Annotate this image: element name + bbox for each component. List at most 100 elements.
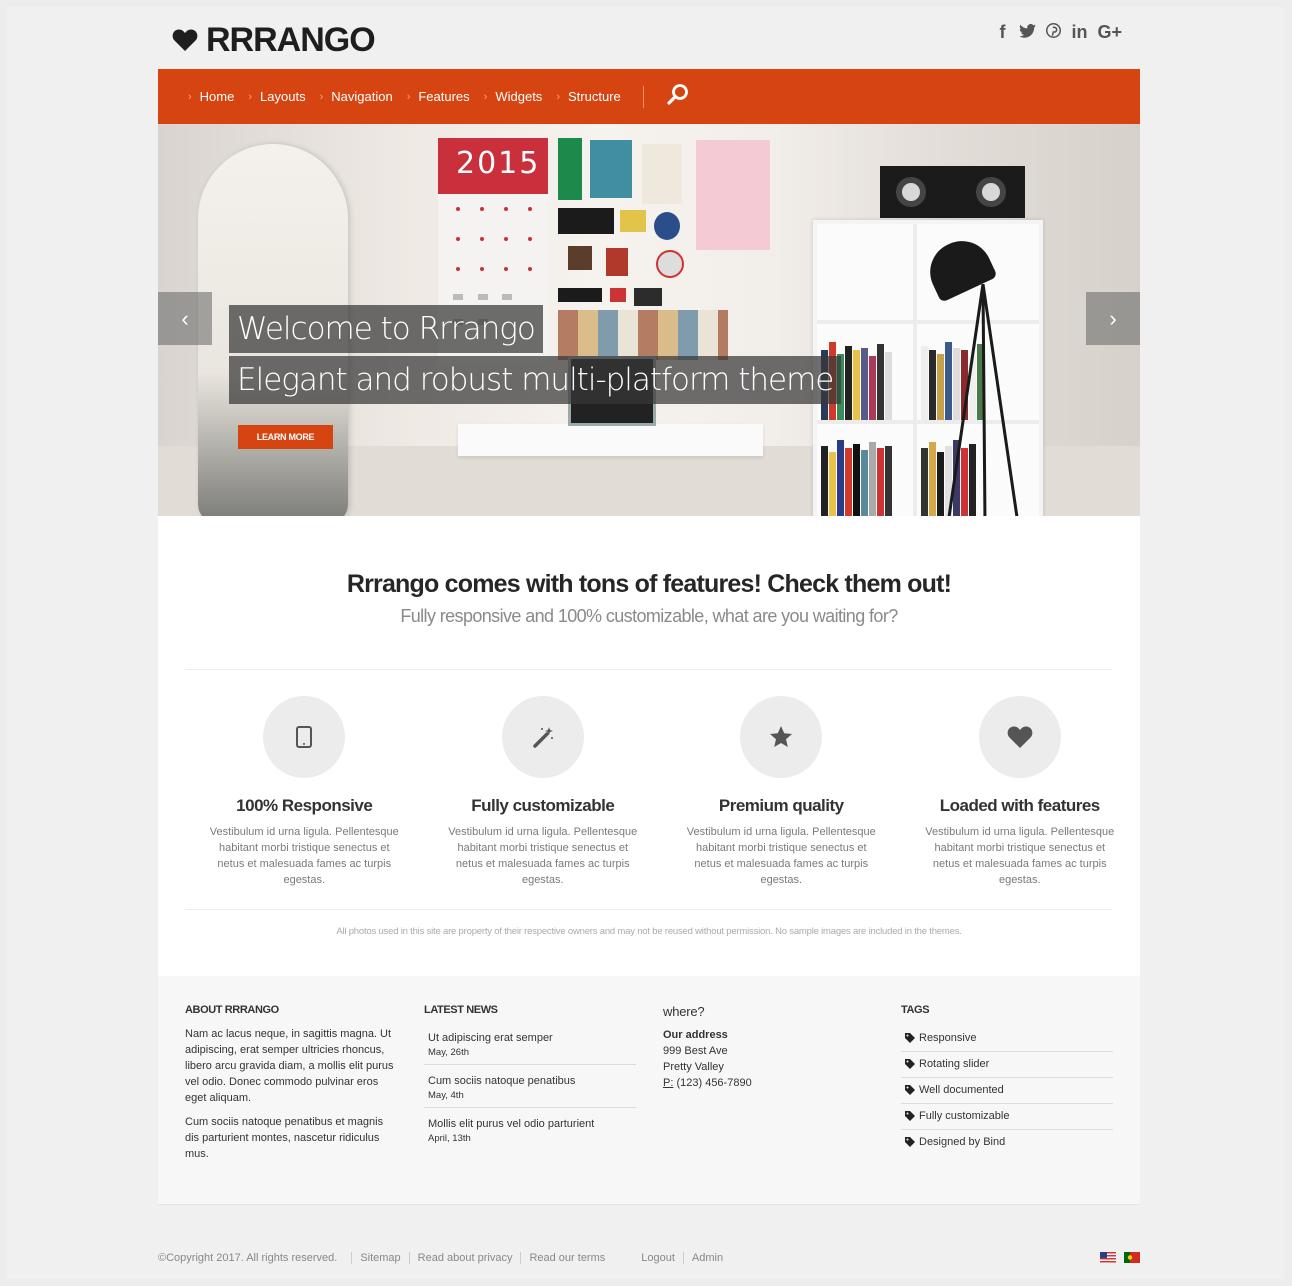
footer-about-text: Nam ac lacus neque, in sagittis magna. U… <box>185 1028 394 1104</box>
nav-item-features[interactable]: › Features <box>407 89 470 104</box>
feature-text: Vestibulum id urna ligula. Pellentesque … <box>448 826 638 886</box>
chevron-right-icon: › <box>1109 305 1117 331</box>
linkedin-icon[interactable]: in <box>1071 22 1087 43</box>
tag-responsive[interactable]: Responsive <box>901 1026 1113 1052</box>
site-name: RRRANGO <box>206 20 376 59</box>
feature-icon-circle <box>740 696 823 778</box>
chevron-left-icon: ‹ <box>181 305 189 331</box>
slide-tripod <box>947 284 1019 516</box>
slide-caption-title: Welcome to Rrrango <box>229 305 543 353</box>
tag-designed-by-bind[interactable]: Designed by Bind <box>901 1130 1113 1155</box>
footer-where-title: where? <box>663 1004 705 1019</box>
slide-desk <box>458 424 763 456</box>
tag-icon <box>905 1085 915 1095</box>
twitter-icon[interactable] <box>1019 22 1037 43</box>
chevron-right-icon: › <box>406 90 411 103</box>
tag-icon <box>905 1033 915 1043</box>
copyright-text: ©Copyright 2017. All rights reserved. <box>158 1252 338 1264</box>
chevron-right-icon: › <box>319 90 324 103</box>
feature-customizable: Fully customizable Vestibulum id urna li… <box>424 696 663 888</box>
address-phone: P: (123) 456-7890 <box>663 1077 752 1089</box>
features-grid: 100% Responsive Vestibulum id urna ligul… <box>185 696 1139 888</box>
feature-responsive: 100% Responsive Vestibulum id urna ligul… <box>185 696 424 888</box>
footer-widgets: ABOUT RRRANGO Nam ac lacus neque, in sag… <box>158 976 1140 1205</box>
chevron-right-icon: › <box>188 90 192 103</box>
facebook-icon[interactable]: f <box>995 22 1009 43</box>
star-icon <box>770 726 793 747</box>
nav-divider <box>642 85 644 108</box>
address-street: 999 Best Ave <box>663 1045 728 1057</box>
us-flag-icon[interactable] <box>1100 1252 1116 1263</box>
nav-item-home[interactable]: › Home <box>188 89 234 104</box>
address-city: Pretty Valley <box>663 1061 724 1073</box>
footer-about: ABOUT RRRANGO Nam ac lacus neque, in sag… <box>185 1004 400 1170</box>
nav-item-layouts[interactable]: › Layouts <box>248 89 305 104</box>
chevron-right-icon: › <box>483 90 488 103</box>
logout-link[interactable]: Logout <box>633 1252 683 1264</box>
feature-title: Fully customizable <box>471 796 615 815</box>
tag-icon <box>905 1111 915 1121</box>
photos-disclaimer: All photos used in this site are propert… <box>336 926 962 937</box>
tag-icon <box>905 1059 915 1069</box>
slider-prev-button[interactable]: ‹ <box>158 292 212 345</box>
feature-premium: Premium quality Vestibulum id urna ligul… <box>662 696 901 888</box>
site-logo[interactable]: RRRANGO <box>172 20 376 60</box>
address-label: Our address <box>663 1029 728 1041</box>
tag-icon <box>905 1137 915 1147</box>
footer-tags: TAGS Responsive Rotating slider Well doc… <box>901 1004 1113 1155</box>
google-plus-icon[interactable]: G+ <box>1097 22 1122 43</box>
slide-poster-year: 2015 <box>456 146 541 181</box>
sitemap-link[interactable]: Sitemap <box>351 1252 408 1264</box>
tag-fully-customizable[interactable]: Fully customizable <box>901 1104 1113 1130</box>
pinterest-icon[interactable] <box>1046 22 1062 43</box>
news-item[interactable]: Ut adipiscing erat semper May, 26th <box>424 1026 636 1065</box>
footer-where: where? Our address 999 Best Ave Pretty V… <box>663 1004 863 1091</box>
slide-speaker <box>880 166 1025 218</box>
bottom-bar: ©Copyright 2017. All rights reserved. Si… <box>158 1250 1140 1266</box>
features-subtitle: Fully responsive and 100% customizable, … <box>400 606 898 626</box>
heart-icon <box>1007 726 1033 748</box>
feature-title: Loaded with features <box>939 796 1101 815</box>
search-icon[interactable] <box>666 82 690 111</box>
language-switcher <box>1100 1252 1140 1263</box>
section-divider <box>185 909 1112 910</box>
main-navigation: › Home › Layouts › Navigation › Features › Wi… <box>158 69 1140 124</box>
tag-rotating-slider[interactable]: Rotating slider <box>901 1052 1113 1078</box>
feature-title: 100% Responsive <box>236 796 373 815</box>
feature-icon-circle <box>978 696 1061 778</box>
nav-item-navigation[interactable]: › Navigation <box>320 89 393 104</box>
feature-text: Vestibulum id urna ligula. Pellentesque … <box>686 826 876 886</box>
magic-wand-icon <box>533 727 553 748</box>
slide-pink-poster <box>696 140 770 250</box>
news-item[interactable]: Mollis elit purus vel odio parturient Ap… <box>424 1112 636 1150</box>
footer-news-title: LATEST NEWS <box>424 1004 498 1016</box>
footer-news: LATEST NEWS Ut adipiscing erat semper Ma… <box>424 1004 636 1154</box>
nav-item-widgets[interactable]: › Widgets <box>484 89 543 104</box>
learn-more-button[interactable]: LEARN MORE <box>238 425 333 449</box>
tablet-icon <box>296 726 313 748</box>
feature-icon-circle <box>501 696 584 778</box>
footer-about-title: ABOUT RRRANGO <box>185 1004 279 1016</box>
footer-about-text: Cum sociis natoque penatibus et magnis d… <box>185 1116 384 1160</box>
social-links: f in G+ <box>995 22 1122 43</box>
slide-caption-subtitle: Elegant and robust multi-platform theme <box>229 356 842 404</box>
feature-text: Vestibulum id urna ligula. Pellentesque … <box>209 826 399 886</box>
privacy-link[interactable]: Read about privacy <box>408 1252 521 1264</box>
feature-text: Vestibulum id urna ligula. Pellentesque … <box>925 826 1115 886</box>
features-section: Rrrango comes with tons of features! Che… <box>158 516 1140 976</box>
slider-next-button[interactable]: › <box>1086 292 1140 345</box>
chevron-right-icon: › <box>556 90 560 103</box>
news-item[interactable]: Cum sociis natoque penatibus May, 4th <box>424 1069 636 1108</box>
nav-item-structure[interactable]: › Structure <box>556 89 620 104</box>
portugal-flag-icon[interactable] <box>1124 1252 1140 1263</box>
terms-link[interactable]: Read our terms <box>520 1252 613 1264</box>
chevron-right-icon: › <box>248 90 253 103</box>
admin-link[interactable]: Admin <box>682 1252 731 1264</box>
tag-well-documented[interactable]: Well documented <box>901 1078 1113 1104</box>
heart-logo-icon <box>172 29 198 51</box>
feature-title: Premium quality <box>718 796 844 815</box>
footer-tags-title: TAGS <box>901 1004 930 1016</box>
features-title: Rrrango comes with tons of features! Che… <box>346 570 952 598</box>
feature-loaded: Loaded with features Vestibulum id urna … <box>901 696 1140 888</box>
section-divider <box>185 669 1112 670</box>
